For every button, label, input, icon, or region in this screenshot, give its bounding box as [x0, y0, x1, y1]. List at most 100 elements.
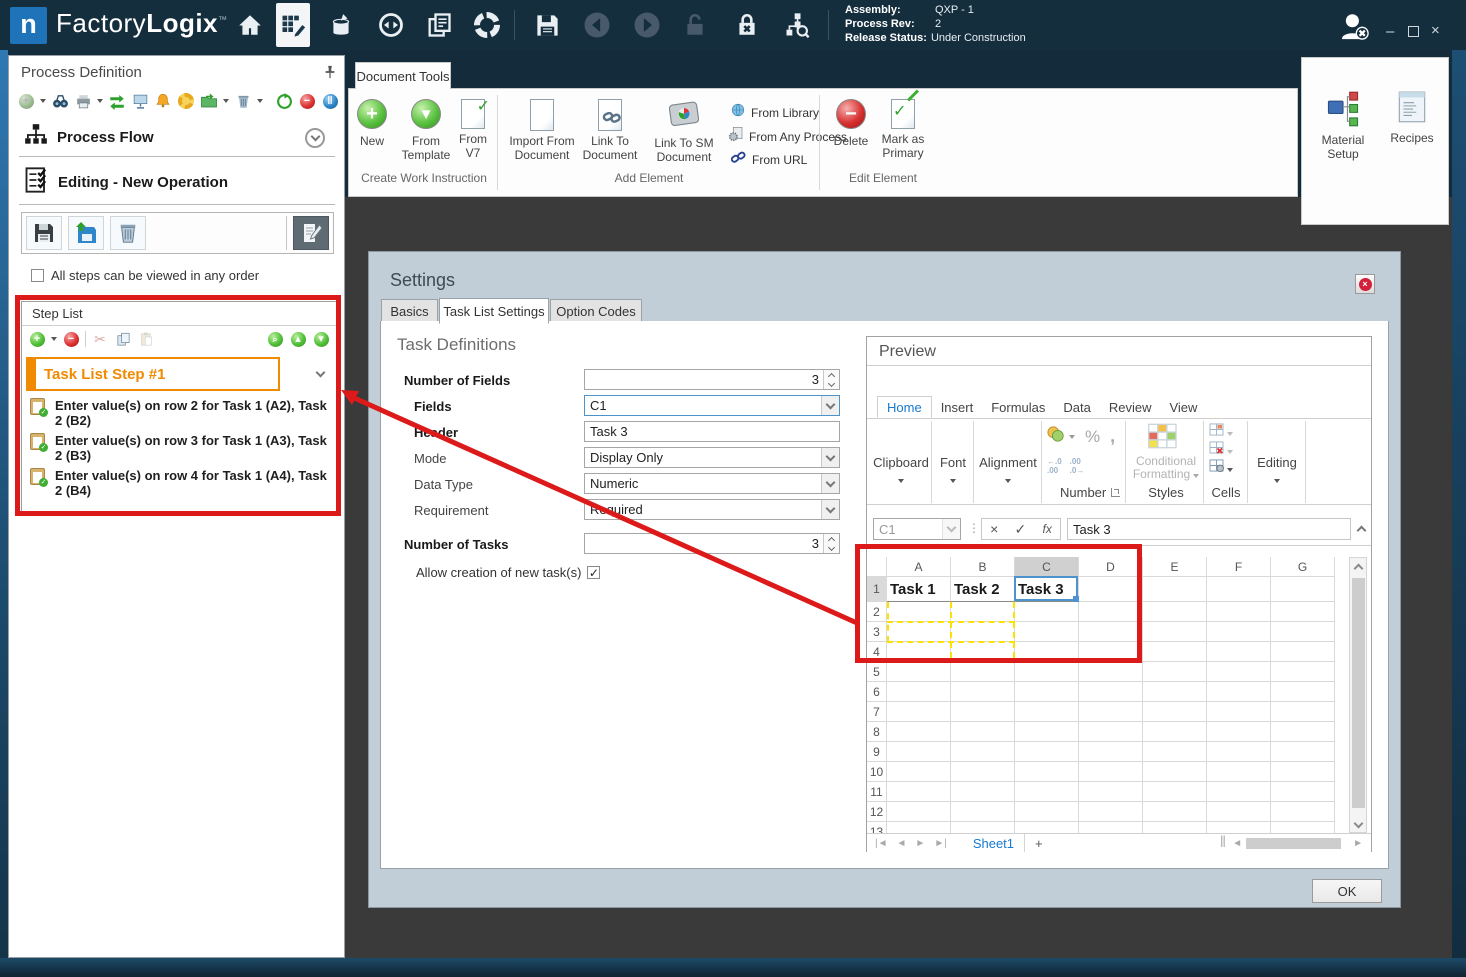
from-v7-button[interactable]: ✓ From V7	[455, 98, 491, 160]
edit-mode-button[interactable]	[293, 216, 329, 250]
splitter-handle[interactable]: ‖	[1220, 834, 1227, 852]
alignment-group-button[interactable]: Alignment	[975, 455, 1041, 488]
vertical-scrollbar[interactable]	[1349, 557, 1367, 833]
delete-dropdown-caret[interactable]	[257, 99, 263, 103]
cell-E9[interactable]	[1143, 742, 1207, 762]
materials-button[interactable]	[324, 8, 358, 42]
cell-F7[interactable]	[1207, 702, 1271, 722]
cell-A1[interactable]: Task 1	[887, 577, 951, 602]
spreadsheet-grid[interactable]: A B C D E F G 1 Task 1 Task 2 Task 3 2 3 4 5 6 7 8 9 10 11 12…	[867, 557, 1349, 833]
collapse-formula-bar-icon[interactable]	[1356, 525, 1367, 536]
cell-G2[interactable]	[1271, 602, 1335, 622]
pause-button[interactable]: ‖	[321, 92, 339, 110]
cell-D7[interactable]	[1079, 702, 1143, 722]
cell-G8[interactable]	[1271, 722, 1335, 742]
cell-D1[interactable]	[1079, 577, 1143, 602]
cut-icon[interactable]: ✂	[91, 330, 109, 348]
cell-C3[interactable]	[1015, 622, 1079, 642]
settings-button[interactable]	[470, 8, 504, 42]
cell-A9[interactable]	[887, 742, 951, 762]
cell-G12[interactable]	[1271, 802, 1335, 822]
cell-E1[interactable]	[1143, 577, 1207, 602]
increase-decimal-icon[interactable]: ←.0.00	[1047, 457, 1062, 475]
cell-F13[interactable]	[1207, 822, 1271, 833]
data-type-select-caret[interactable]	[821, 474, 839, 493]
cell-A11[interactable]	[887, 782, 951, 802]
save-work-button[interactable]	[26, 216, 62, 250]
cell-C11[interactable]	[1015, 782, 1079, 802]
number-of-fields-spinner[interactable]: 3	[584, 369, 840, 390]
cell-D12[interactable]	[1079, 802, 1143, 822]
format-cells-button[interactable]	[1209, 459, 1233, 477]
cell-C13[interactable]	[1015, 822, 1079, 833]
find-button[interactable]	[51, 92, 69, 110]
requirement-select[interactable]: Required	[584, 499, 840, 520]
row-header-9[interactable]: 9	[867, 742, 887, 762]
zoom-step-button[interactable]: ⌕	[266, 330, 284, 348]
add-step-button[interactable]: +	[28, 330, 46, 348]
process-settings-button[interactable]	[177, 92, 195, 110]
remove-button[interactable]: −	[298, 92, 316, 110]
new-sheet-button[interactable]: +	[1025, 836, 1053, 851]
cell-C7[interactable]	[1015, 702, 1079, 722]
cell-D6[interactable]	[1079, 682, 1143, 702]
refresh-button[interactable]	[275, 92, 293, 110]
delete-cells-button[interactable]	[1209, 441, 1233, 459]
cell-C2[interactable]	[1015, 602, 1079, 622]
cell-F6[interactable]	[1207, 682, 1271, 702]
cell-E13[interactable]	[1143, 822, 1207, 833]
save-button[interactable]	[530, 8, 564, 42]
cell-B4[interactable]	[951, 642, 1015, 662]
cell-C6[interactable]	[1015, 682, 1079, 702]
print-dropdown-caret[interactable]	[97, 99, 103, 103]
link-to-sm-document-button[interactable]: Link To SM Document	[645, 99, 723, 164]
cell-F9[interactable]	[1207, 742, 1271, 762]
row-header-12[interactable]: 12	[867, 802, 887, 822]
tab-task-list-settings[interactable]: Task List Settings	[439, 298, 549, 324]
cell-F5[interactable]	[1207, 662, 1271, 682]
cell-B2[interactable]	[951, 602, 1015, 622]
excel-tab-data[interactable]: Data	[1054, 396, 1099, 418]
mode-select[interactable]: Display Only	[584, 447, 840, 468]
row-header-4[interactable]: 4	[867, 642, 887, 662]
cell-B6[interactable]	[951, 682, 1015, 702]
mark-as-primary-button[interactable]: ✓ Mark as Primary	[877, 89, 929, 160]
cell-F3[interactable]	[1207, 622, 1271, 642]
process-editor-button[interactable]	[276, 3, 310, 47]
cell-F12[interactable]	[1207, 802, 1271, 822]
cell-G4[interactable]	[1271, 642, 1335, 662]
import-work-button[interactable]	[68, 216, 104, 250]
cell-D8[interactable]	[1079, 722, 1143, 742]
cancel-entry-icon[interactable]: ×	[990, 521, 998, 537]
col-header-B[interactable]: B	[951, 557, 1015, 577]
function-icon[interactable]: fx	[1043, 522, 1052, 536]
number-of-tasks-spinner[interactable]: 3	[584, 533, 840, 554]
add-step-caret[interactable]	[51, 337, 57, 341]
cell-B11[interactable]	[951, 782, 1015, 802]
cell-E10[interactable]	[1143, 762, 1207, 782]
delete-work-button[interactable]	[110, 216, 146, 250]
formula-input[interactable]	[1067, 518, 1351, 540]
sheet-tab[interactable]: Sheet1	[963, 834, 1026, 852]
presentation-button[interactable]	[131, 92, 149, 110]
cell-A8[interactable]	[887, 722, 951, 742]
conditional-formatting-button[interactable]: Conditional Formatting	[1131, 455, 1201, 481]
cell-B5[interactable]	[951, 662, 1015, 682]
cell-E11[interactable]	[1143, 782, 1207, 802]
tab-option-codes[interactable]: Option Codes	[550, 299, 642, 323]
from-library-button[interactable]: From Library	[731, 103, 819, 122]
pin-icon[interactable]	[323, 65, 337, 84]
sync-button[interactable]	[374, 8, 408, 42]
step-item[interactable]: Enter value(s) on row 4 for Task 1 (A4),…	[30, 468, 332, 498]
row-header-2[interactable]: 2	[867, 602, 887, 622]
cell-B12[interactable]	[951, 802, 1015, 822]
horizontal-scroll-thumb[interactable]	[1246, 837, 1342, 849]
confirm-entry-icon[interactable]: ✓	[1015, 521, 1027, 538]
tab-basics[interactable]: Basics	[381, 299, 438, 323]
recipes-button[interactable]: Recipes	[1384, 90, 1440, 145]
scroll-up-icon[interactable]	[1353, 563, 1364, 574]
remove-step-button[interactable]: −	[62, 330, 80, 348]
cell-G3[interactable]	[1271, 622, 1335, 642]
logout-user-button[interactable]	[1338, 10, 1372, 47]
cell-A3[interactable]	[887, 622, 951, 642]
